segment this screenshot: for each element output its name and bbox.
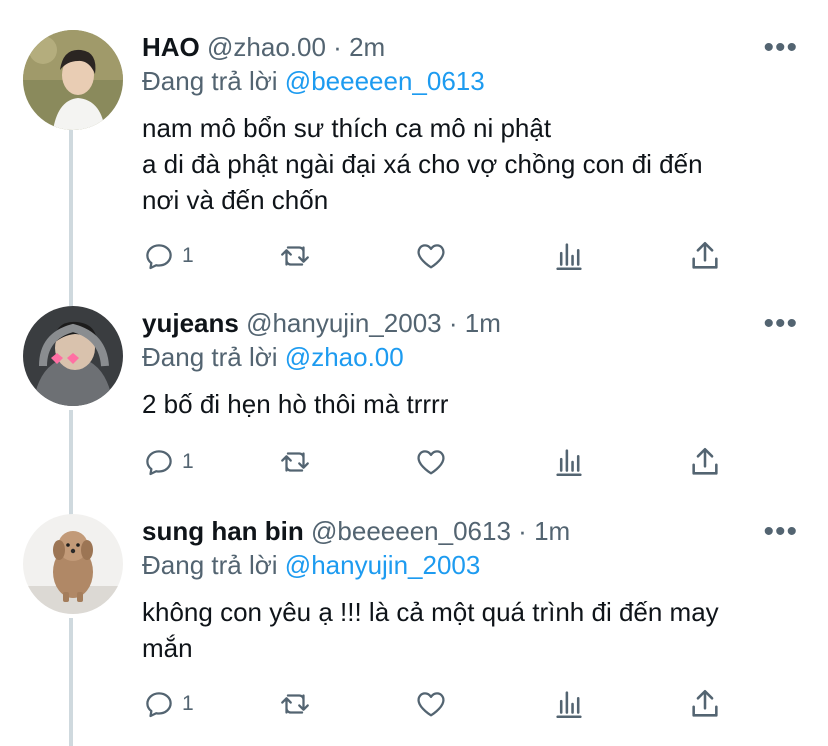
retweet-button[interactable]: [278, 442, 312, 482]
avatar[interactable]: [23, 306, 123, 406]
tweet-text-line: a di đà phật ngài đại xá cho vợ chồng co…: [142, 149, 703, 179]
separator: ·: [518, 516, 527, 546]
tweet-header: sung han bin @beeeeen_0613 · 1m: [142, 516, 570, 546]
tweet-text-line: nam mô bổn sư thích ca mô ni phật: [142, 113, 552, 143]
tweet[interactable]: sung han bin @beeeeen_0613 · 1m ••• Đang…: [0, 500, 828, 746]
handle[interactable]: @beeeeen_0613: [311, 516, 511, 546]
display-name[interactable]: yujeans: [142, 308, 239, 338]
share-button[interactable]: [688, 442, 722, 482]
handle[interactable]: @zhao.00: [207, 32, 326, 62]
tweet[interactable]: yujeans @hanyujin_2003 · 1m ••• Đang trả…: [0, 290, 828, 500]
timestamp[interactable]: 2m: [349, 32, 385, 62]
replying-to: Đang trả lời @zhao.00: [142, 342, 404, 372]
like-icon: [417, 244, 445, 269]
analytics-button[interactable]: [552, 236, 586, 276]
share-button[interactable]: [688, 236, 722, 276]
replying-prefix: Đang trả lời: [142, 550, 278, 580]
replying-to: Đang trả lời @hanyujin_2003: [142, 550, 480, 580]
retweet-icon: [281, 246, 309, 266]
tweet-text-line: nơi và đến chốn: [142, 185, 329, 215]
share-button[interactable]: [688, 684, 722, 724]
retweet-icon: [281, 452, 309, 472]
tweet-text: 2 bố đi hẹn hò thôi mà trrrr: [142, 386, 802, 422]
reply-icon: [146, 450, 172, 476]
more-icon[interactable]: •••: [763, 517, 798, 547]
tweet-header: yujeans @hanyujin_2003 · 1m: [142, 308, 501, 338]
tweet-actions: 1: [142, 236, 782, 276]
reply-count: 1: [182, 244, 194, 267]
like-button[interactable]: [414, 236, 448, 276]
more-icon[interactable]: •••: [763, 309, 798, 339]
replying-to-link[interactable]: @beeeeen_0613: [285, 66, 485, 96]
more-icon[interactable]: •••: [763, 33, 798, 63]
display-name[interactable]: sung han bin: [142, 516, 304, 546]
like-icon: [417, 450, 445, 475]
reply-icon: [146, 692, 172, 718]
separator: ·: [448, 308, 458, 338]
share-icon: [692, 689, 718, 717]
tweet-text-line: mắn: [142, 633, 193, 663]
tweet-actions: 1: [142, 442, 782, 482]
replying-to-link[interactable]: @zhao.00: [285, 342, 404, 372]
like-icon: [417, 692, 445, 717]
avatar[interactable]: [23, 30, 123, 130]
analytics-icon: [556, 449, 582, 477]
handle[interactable]: @hanyujin_2003: [246, 308, 442, 338]
tweet-text-line: không con yêu ạ !!! là cả một quá trình …: [142, 597, 719, 627]
share-icon: [692, 241, 718, 269]
tweet-header: HAO @zhao.00 · 2m: [142, 32, 385, 62]
timestamp[interactable]: 1m: [534, 516, 570, 546]
timestamp[interactable]: 1m: [465, 308, 501, 338]
reply-count: 1: [182, 692, 194, 715]
reply-button[interactable]: 1: [142, 442, 194, 482]
reply-icon: [146, 244, 172, 270]
separator: ·: [333, 32, 342, 62]
like-button[interactable]: [414, 442, 448, 482]
analytics-icon: [556, 243, 582, 271]
reply-button[interactable]: 1: [142, 684, 194, 724]
display-name[interactable]: HAO: [142, 32, 200, 62]
reply-count: 1: [182, 450, 194, 473]
tweet-text-line: 2 bố đi hẹn hò thôi mà trrrr: [142, 389, 449, 419]
analytics-button[interactable]: [552, 442, 586, 482]
replying-prefix: Đang trả lời: [142, 342, 278, 372]
like-button[interactable]: [414, 684, 448, 724]
retweet-button[interactable]: [278, 236, 312, 276]
retweet-icon: [281, 694, 309, 714]
replying-to-link[interactable]: @hanyujin_2003: [285, 550, 481, 580]
share-icon: [692, 447, 718, 475]
retweet-button[interactable]: [278, 684, 312, 724]
replying-to: Đang trả lời @beeeeen_0613: [142, 66, 485, 96]
tweet[interactable]: HAO @zhao.00 · 2m ••• Đang trả lời @beee…: [0, 0, 828, 290]
tweet-text: nam mô bổn sư thích ca mô ni phật a di đ…: [142, 110, 802, 218]
analytics-icon: [556, 691, 582, 719]
tweet-text: không con yêu ạ !!! là cả một quá trình …: [142, 594, 802, 666]
replying-prefix: Đang trả lời: [142, 66, 278, 96]
reply-button[interactable]: 1: [142, 236, 194, 276]
tweet-actions: 1: [142, 684, 782, 724]
analytics-button[interactable]: [552, 684, 586, 724]
avatar[interactable]: [23, 514, 123, 614]
